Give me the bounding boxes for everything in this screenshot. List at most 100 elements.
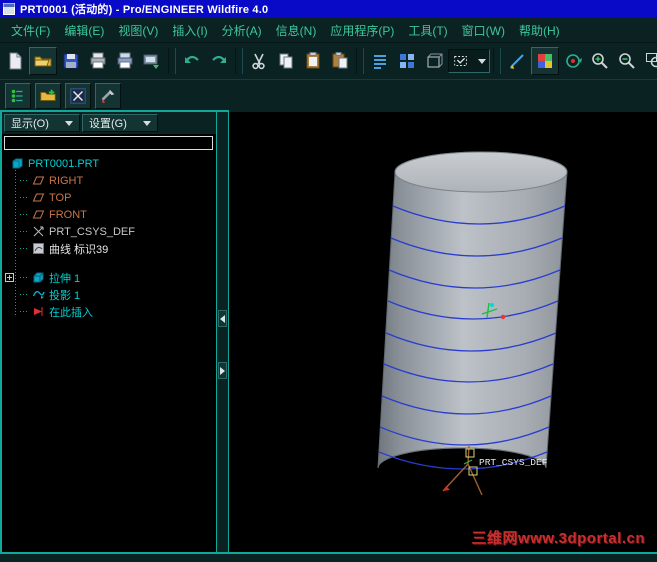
tree-item-front-plane[interactable]: FRONT	[2, 206, 216, 223]
tree-connector	[20, 231, 28, 232]
arrow-right-icon	[220, 366, 225, 375]
tree-item-label: PRT_CSYS_DEF	[49, 225, 135, 238]
model-tree: PRT0001.PRT RIGHT TOP FRONT PRT_CSYS_DEF…	[2, 152, 216, 320]
refit-button[interactable]	[641, 48, 657, 74]
cut-icon	[252, 53, 265, 70]
redo-button[interactable]	[206, 48, 232, 74]
selection-filter-dropdown[interactable]	[448, 49, 490, 73]
cylinder-solid[interactable]	[377, 151, 568, 469]
menu-view[interactable]: 视图(V)	[111, 19, 165, 42]
tree-show-dropdown[interactable]: 显示(O)	[4, 114, 80, 132]
menu-insert[interactable]: 插入(I)	[165, 19, 214, 42]
collapse-left-button[interactable]	[218, 310, 227, 327]
menu-help[interactable]: 帮助(H)	[512, 19, 567, 42]
feature-list-button[interactable]	[367, 48, 393, 74]
chevron-down-icon	[65, 120, 73, 126]
redo-icon	[212, 55, 226, 63]
favorites-toggle-button[interactable]	[65, 83, 91, 109]
part-icon	[12, 158, 23, 169]
menu-file[interactable]: 文件(F)	[4, 19, 57, 42]
chevron-down-icon	[143, 120, 151, 126]
tree-connector	[20, 214, 28, 215]
tree-item-label: FRONT	[49, 208, 87, 221]
tree-item-curve[interactable]: 曲线 标识39	[2, 240, 216, 257]
collapse-right-button[interactable]	[218, 362, 227, 379]
titlebar[interactable]: PRT0001 (活动的) - Pro/ENGINEER Wildfire 4.…	[0, 0, 657, 18]
zoom-out-button[interactable]	[614, 48, 640, 74]
sketcher-display-button[interactable]	[504, 48, 530, 74]
menu-analysis[interactable]: 分析(A)	[215, 19, 269, 42]
model-tree-icon	[11, 89, 23, 103]
model-display-button[interactable]	[421, 48, 447, 74]
tree-search-box[interactable]	[4, 136, 213, 150]
spin-center-icon	[566, 54, 582, 68]
window-title: PRT0001 (活动的) - Pro/ENGINEER Wildfire 4.…	[20, 4, 269, 16]
zoom-in-button[interactable]	[587, 48, 613, 74]
folder-browser-button[interactable]	[35, 83, 61, 109]
menu-info[interactable]: 信息(N)	[269, 19, 324, 42]
toolbar-separator	[356, 48, 364, 74]
tree-item-top-plane[interactable]: TOP	[2, 189, 216, 206]
menu-tools[interactable]: 工具(T)	[401, 19, 454, 42]
tree-settings-dropdown[interactable]: 设置(G)	[82, 114, 158, 132]
menu-applications[interactable]: 应用程序(P)	[323, 19, 401, 42]
undo-button[interactable]	[179, 48, 205, 74]
connections-toggle-button[interactable]	[95, 83, 121, 109]
menu-window[interactable]: 窗口(W)	[455, 19, 512, 42]
model-viewport[interactable]: PRT_CSYS_DEF	[229, 112, 657, 552]
cut-button[interactable]	[246, 48, 272, 74]
tree-settings-label: 设置(G)	[89, 118, 127, 130]
save-button[interactable]	[58, 48, 84, 74]
menubar: 文件(F) 编辑(E) 视图(V) 插入(I) 分析(A) 信息(N) 应用程序…	[0, 18, 657, 43]
undo-icon	[185, 55, 199, 63]
new-file-icon	[9, 52, 22, 70]
plot-button[interactable]	[112, 48, 138, 74]
print-button[interactable]	[85, 48, 111, 74]
tree-item-part[interactable]: PRT0001.PRT	[2, 155, 216, 172]
tree-item-csys[interactable]: PRT_CSYS_DEF	[2, 223, 216, 240]
spin-center-button[interactable]	[560, 48, 586, 74]
paste-special-button[interactable]	[327, 48, 353, 74]
datum-plane-icon	[32, 210, 45, 219]
graphics-area[interactable]: PRT_CSYS_DEF 三维网www.3dportal.cn	[229, 112, 657, 552]
tree-item-right-plane[interactable]: RIGHT	[2, 172, 216, 189]
export-button[interactable]	[139, 48, 165, 74]
datum-plane-icon	[32, 193, 45, 202]
tree-connector	[20, 277, 28, 278]
paste-button[interactable]	[300, 48, 326, 74]
extrude-icon	[33, 272, 44, 283]
axis-arrowhead	[443, 486, 450, 491]
tree-item-extrude[interactable]: 拉伸 1	[2, 269, 216, 286]
refit-icon	[646, 53, 657, 68]
tree-item-label: 投影 1	[49, 289, 81, 302]
toolbar-separator	[235, 48, 243, 74]
model-tree-toggle-button[interactable]	[5, 83, 31, 109]
open-file-button[interactable]	[29, 47, 57, 75]
projection-icon	[32, 290, 45, 299]
appearance-gallery-button[interactable]	[531, 47, 559, 75]
chevron-down-icon	[478, 58, 486, 64]
regenerate-button[interactable]	[394, 48, 420, 74]
folder-add-icon	[40, 89, 56, 101]
expand-plus-icon[interactable]	[5, 273, 14, 282]
insert-here-icon	[34, 307, 43, 316]
panel-splitter[interactable]	[216, 112, 229, 552]
tree-item-insert-here[interactable]: 在此插入	[2, 303, 216, 320]
tree-item-label: RIGHT	[49, 174, 84, 187]
tree-item-label: PRT0001.PRT	[28, 157, 100, 170]
new-file-button[interactable]	[2, 48, 28, 74]
paste-icon	[306, 52, 320, 69]
main-toolbar	[0, 43, 657, 80]
navigator-toolbar	[0, 80, 657, 112]
selection-box-icon	[454, 56, 467, 66]
tree-item-projection[interactable]: 投影 1	[2, 286, 216, 303]
menu-edit[interactable]: 编辑(E)	[57, 19, 111, 42]
status-strip	[0, 552, 657, 562]
datum-plane-icon	[32, 176, 45, 185]
connections-icon	[101, 89, 115, 104]
tree-connector	[20, 294, 28, 295]
copy-button[interactable]	[273, 48, 299, 74]
watermark-text: 三维网www.3dportal.cn	[471, 530, 645, 547]
tree-connector	[20, 197, 28, 198]
tree-toolbar: 显示(O) 设置(G)	[2, 112, 216, 134]
